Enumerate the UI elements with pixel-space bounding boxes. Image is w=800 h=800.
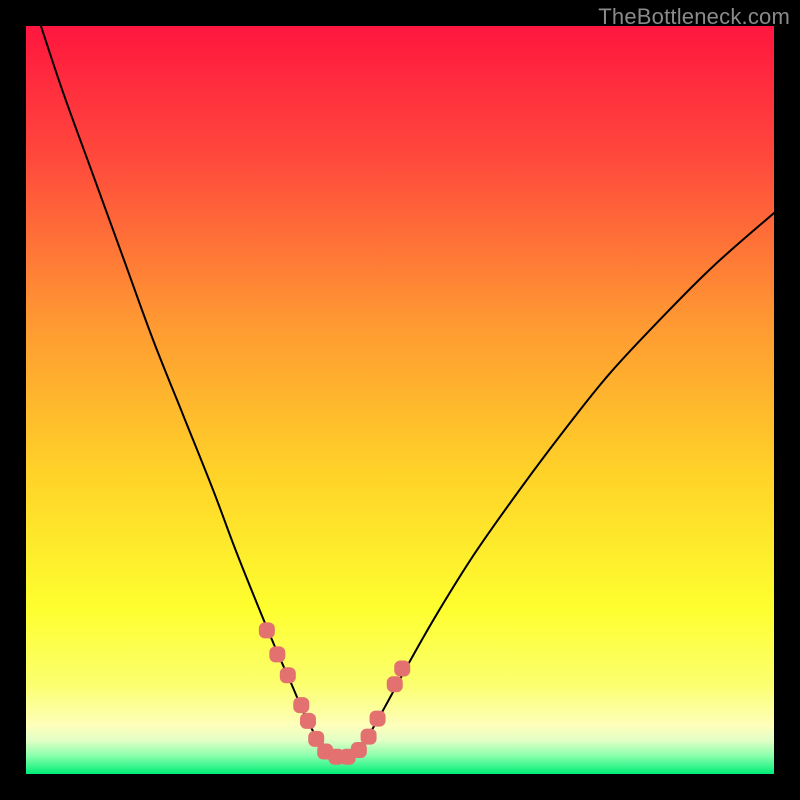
data-marker (269, 646, 285, 662)
data-marker (280, 667, 296, 683)
data-marker (293, 697, 309, 713)
chart-frame: TheBottleneck.com (0, 0, 800, 800)
data-marker (387, 676, 403, 692)
data-marker (300, 713, 316, 729)
data-marker (394, 661, 410, 677)
data-marker (370, 711, 386, 727)
data-marker (361, 729, 377, 745)
bottleneck-plot (26, 26, 774, 774)
data-marker (259, 622, 275, 638)
data-marker (351, 742, 367, 758)
watermark-text: TheBottleneck.com (598, 4, 790, 30)
